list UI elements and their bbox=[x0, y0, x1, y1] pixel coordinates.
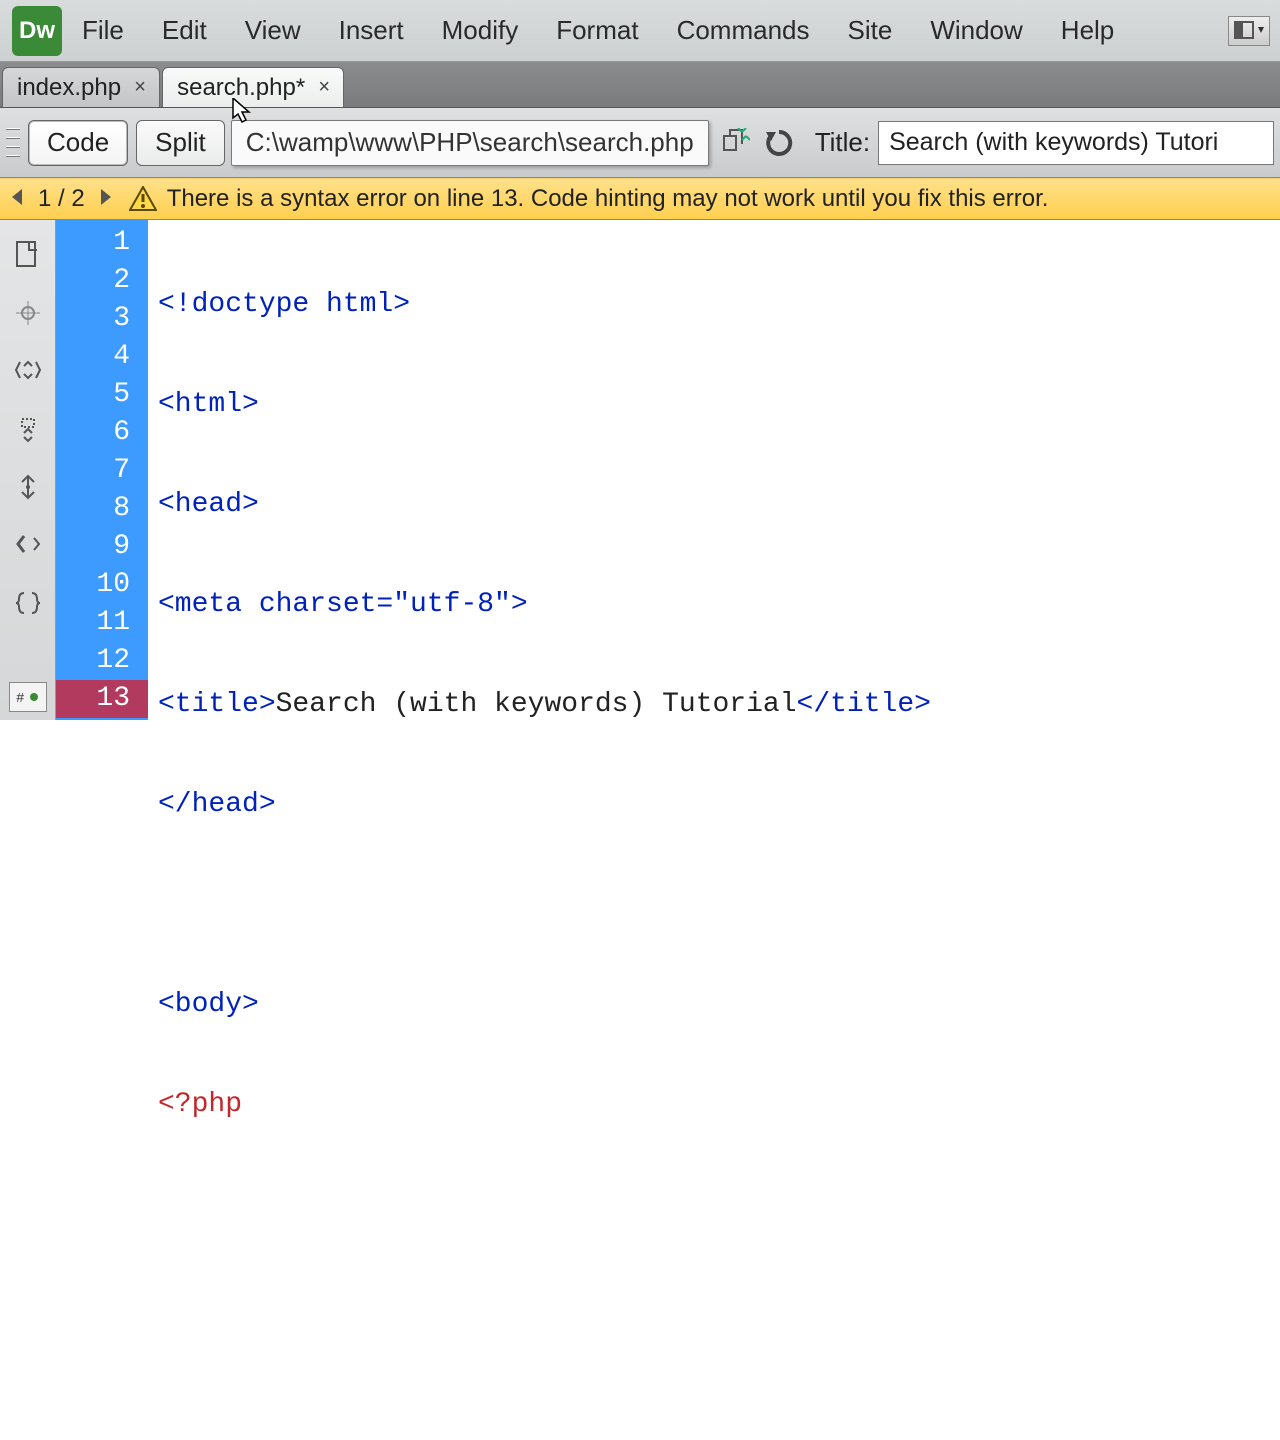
balance-braces-icon[interactable] bbox=[11, 586, 45, 620]
menu-bar: Dw File Edit View Insert Modify Format C… bbox=[0, 0, 1280, 62]
tab-label: search.php* bbox=[177, 74, 305, 102]
view-split-button[interactable]: Split bbox=[136, 120, 225, 166]
menu-file[interactable]: File bbox=[82, 15, 124, 46]
menu-site[interactable]: Site bbox=[848, 15, 893, 46]
menu-modify[interactable]: Modify bbox=[442, 15, 519, 46]
line-number: 4 bbox=[56, 338, 148, 376]
line-numbers-icon[interactable]: # bbox=[9, 682, 47, 712]
document-toolbar: Code Split C:\wamp\www\PHP\search\search… bbox=[0, 108, 1280, 178]
file-path-tooltip: C:\wamp\www\PHP\search\search.php bbox=[231, 120, 709, 166]
line-number: 5 bbox=[56, 376, 148, 414]
code-text: </head> bbox=[158, 789, 276, 820]
workspace-switcher-icon[interactable] bbox=[1228, 16, 1270, 46]
line-number: 10 bbox=[56, 566, 148, 604]
line-number-error: 13 bbox=[56, 680, 148, 718]
toolbar-grip-icon[interactable] bbox=[6, 121, 20, 165]
collapse-selection-icon[interactable] bbox=[11, 412, 45, 446]
line-number: 8 bbox=[56, 490, 148, 528]
line-number: 1 bbox=[56, 224, 148, 262]
code-text: <?php bbox=[158, 1089, 242, 1120]
menu-edit[interactable]: Edit bbox=[162, 15, 207, 46]
prev-error-icon[interactable] bbox=[10, 185, 24, 213]
menu-insert[interactable]: Insert bbox=[339, 15, 404, 46]
collapse-tag-icon[interactable] bbox=[11, 354, 45, 388]
code-editor: # 1 2 3 4 5 6 7 8 9 10 11 12 13 <!doctyp… bbox=[0, 220, 1280, 720]
close-icon[interactable]: × bbox=[131, 79, 149, 97]
file-management-icon[interactable] bbox=[717, 125, 753, 161]
error-bar: 1 / 2 There is a syntax error on line 13… bbox=[0, 178, 1280, 220]
code-text: <body> bbox=[158, 989, 259, 1020]
close-icon[interactable]: × bbox=[315, 79, 333, 97]
warning-icon bbox=[129, 186, 157, 212]
code-text: <!doctype html> bbox=[158, 289, 410, 320]
code-text: <head> bbox=[158, 489, 259, 520]
code-text: <html> bbox=[158, 389, 259, 420]
menu-commands[interactable]: Commands bbox=[677, 15, 810, 46]
menu-items: File Edit View Insert Modify Format Comm… bbox=[82, 15, 1228, 46]
error-message: There is a syntax error on line 13. Code… bbox=[167, 185, 1049, 213]
line-number: 7 bbox=[56, 452, 148, 490]
tab-search-php[interactable]: search.php* × bbox=[162, 67, 344, 107]
view-code-button[interactable]: Code bbox=[28, 120, 128, 166]
app-logo: Dw bbox=[6, 6, 68, 56]
open-documents-icon[interactable] bbox=[11, 238, 45, 272]
line-number: 9 bbox=[56, 528, 148, 566]
code-side-toolbar: # bbox=[0, 220, 56, 720]
show-code-navigator-icon[interactable] bbox=[11, 296, 45, 330]
code-text: <meta charset="utf-8"> bbox=[158, 589, 528, 620]
menu-help[interactable]: Help bbox=[1061, 15, 1114, 46]
svg-text:#: # bbox=[16, 691, 24, 707]
menu-window[interactable]: Window bbox=[930, 15, 1022, 46]
line-number: 2 bbox=[56, 262, 148, 300]
line-number: 12 bbox=[56, 642, 148, 680]
code-text: </title> bbox=[797, 689, 931, 720]
next-error-icon[interactable] bbox=[99, 185, 113, 213]
tab-index-php[interactable]: index.php × bbox=[2, 67, 160, 107]
expand-all-icon[interactable] bbox=[11, 470, 45, 504]
menu-format[interactable]: Format bbox=[556, 15, 638, 46]
code-text: Search (with keywords) Tutorial bbox=[276, 689, 797, 720]
line-number: 3 bbox=[56, 300, 148, 338]
menu-view[interactable]: View bbox=[245, 15, 301, 46]
title-label: Title: bbox=[815, 127, 870, 158]
code-text: <title> bbox=[158, 689, 276, 720]
refresh-icon[interactable] bbox=[761, 125, 797, 161]
tab-label: index.php bbox=[17, 74, 121, 102]
page-title-input[interactable] bbox=[878, 121, 1274, 165]
select-parent-tag-icon[interactable] bbox=[11, 528, 45, 562]
app-logo-text: Dw bbox=[12, 6, 62, 56]
document-tabs: index.php × search.php* × bbox=[0, 62, 1280, 108]
line-number: 11 bbox=[56, 604, 148, 642]
line-number: 6 bbox=[56, 414, 148, 452]
error-position: 1 / 2 bbox=[38, 185, 85, 213]
code-area[interactable]: <!doctype html> <html> <head> <meta char… bbox=[148, 220, 1280, 720]
line-number-gutter: 1 2 3 4 5 6 7 8 9 10 11 12 13 bbox=[56, 220, 148, 720]
